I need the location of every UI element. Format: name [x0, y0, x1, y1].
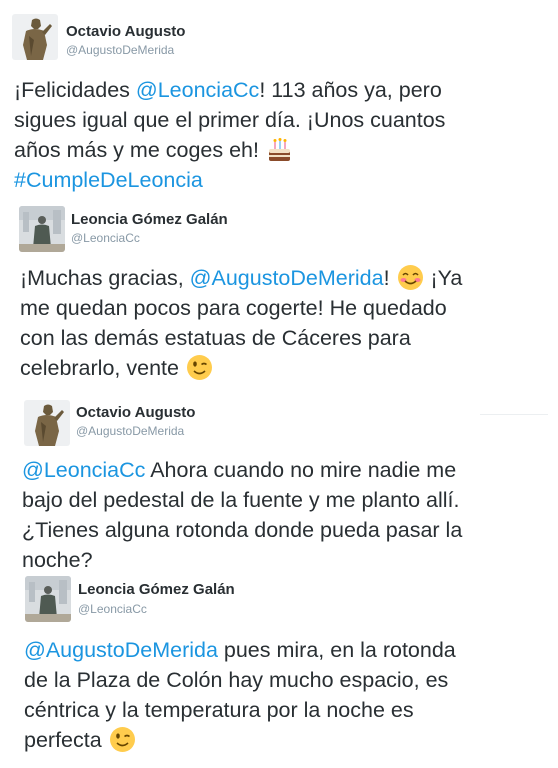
statue-avatar-icon — [12, 14, 58, 60]
text-segment: años más y me coges eh! — [14, 138, 265, 162]
tweet: Leoncia Gómez Galán @LeonciaCc ¡Muchas g… — [0, 196, 558, 392]
avatar[interactable] — [24, 400, 70, 446]
mention-link[interactable]: @LeonciaCc — [22, 458, 145, 482]
text-segment: perfecta — [24, 728, 108, 752]
tweet-line: celebrarlo, vente — [20, 353, 462, 383]
author-name[interactable]: Leoncia Gómez Galán — [71, 211, 228, 228]
cake-icon — [266, 136, 293, 163]
tweet-line: ¡Felicidades @LeonciaCc! 113 años ya, pe… — [14, 75, 445, 105]
tweet: Leoncia Gómez Galán @LeonciaCc @AugustoD… — [0, 568, 558, 768]
text-segment: con las demás estatuas de Cáceres para — [20, 326, 411, 350]
author-handle[interactable]: @AugustoDeMerida — [76, 424, 184, 438]
tweet-text: @LeonciaCc Ahora cuando no mire nadie me… — [22, 455, 462, 575]
tweet-line: bajo del pedestal de la fuente y me plan… — [22, 485, 462, 515]
text-segment: ! 113 años ya, pero — [259, 78, 442, 102]
wink-icon — [186, 354, 213, 381]
tweet-text: ¡Felicidades @LeonciaCc! 113 años ya, pe… — [14, 75, 445, 195]
tweet-line: #CumpleDeLeoncia — [14, 165, 445, 195]
tweet-line: años más y me coges eh! — [14, 135, 445, 165]
avatar[interactable] — [19, 206, 65, 252]
avatar[interactable] — [25, 576, 71, 622]
tweet-line: sigues igual que el primer día. ¡Unos cu… — [14, 105, 445, 135]
tweet-line: @AugustoDeMerida pues mira, en la rotond… — [24, 635, 456, 665]
text-segment: celebrarlo, vente — [20, 356, 185, 380]
author-name[interactable]: Leoncia Gómez Galán — [78, 581, 235, 598]
text-segment: me quedan pocos para cogerte! He quedado — [20, 296, 447, 320]
tweet-text: @AugustoDeMerida pues mira, en la rotond… — [24, 635, 456, 755]
mention-link[interactable]: @LeonciaCc — [136, 78, 259, 102]
leoncia-avatar-icon — [25, 576, 71, 622]
text-segment: pues mira, en la rotonda — [217, 638, 456, 662]
author-handle[interactable]: @AugustoDeMerida — [66, 43, 174, 57]
hashtag-link[interactable]: #CumpleDeLeoncia — [14, 168, 203, 192]
author-handle[interactable]: @LeonciaCc — [71, 231, 140, 245]
wink-icon — [109, 726, 136, 753]
leoncia-avatar-icon — [19, 206, 65, 252]
author-handle[interactable]: @LeonciaCc — [78, 602, 147, 616]
divider — [480, 414, 548, 415]
text-segment: ¿Tienes alguna rotonda donde pueda pasar… — [22, 518, 463, 542]
text-segment: ¡Muchas gracias, — [20, 266, 190, 290]
text-segment: céntrica y la temperatura por la noche e… — [24, 698, 414, 722]
author-name[interactable]: Octavio Augusto — [66, 23, 185, 40]
text-segment: bajo del pedestal de la fuente y me plan… — [22, 488, 460, 512]
tweet-line: céntrica y la temperatura por la noche e… — [24, 695, 456, 725]
mention-link[interactable]: @AugustoDeMerida — [190, 266, 384, 290]
tweet: Octavio Augusto @AugustoDeMerida @Leonci… — [0, 392, 558, 572]
tweet-line: perfecta — [24, 725, 456, 755]
avatar[interactable] — [12, 14, 58, 60]
tweet-line: ¿Tienes alguna rotonda donde pueda pasar… — [22, 515, 462, 545]
statue-avatar-icon — [24, 400, 70, 446]
tweet-text: ¡Muchas gracias, @AugustoDeMerida! ¡Ya m… — [20, 263, 462, 383]
text-segment: ¡Ya — [424, 266, 463, 290]
tweet-line: ¡Muchas gracias, @AugustoDeMerida! ¡Ya — [20, 263, 462, 293]
tweet-line: @LeonciaCc Ahora cuando no mire nadie me — [22, 455, 462, 485]
text-segment: sigues igual que el primer día. ¡Unos cu… — [14, 108, 446, 132]
tweet-line: me quedan pocos para cogerte! He quedado — [20, 293, 462, 323]
author-name[interactable]: Octavio Augusto — [76, 404, 195, 421]
tweet: Octavio Augusto @AugustoDeMerida ¡Felici… — [0, 0, 558, 200]
blushing-smile-icon — [397, 264, 424, 291]
mention-link[interactable]: @AugustoDeMerida — [24, 638, 218, 662]
text-segment: de la Plaza de Colón hay mucho espacio, … — [24, 668, 449, 692]
tweet-line: de la Plaza de Colón hay mucho espacio, … — [24, 665, 456, 695]
text-segment: Ahora cuando no mire nadie me — [145, 458, 457, 482]
text-segment: ! — [383, 266, 396, 290]
tweet-line: con las demás estatuas de Cáceres para — [20, 323, 462, 353]
text-segment: ¡Felicidades — [14, 78, 136, 102]
